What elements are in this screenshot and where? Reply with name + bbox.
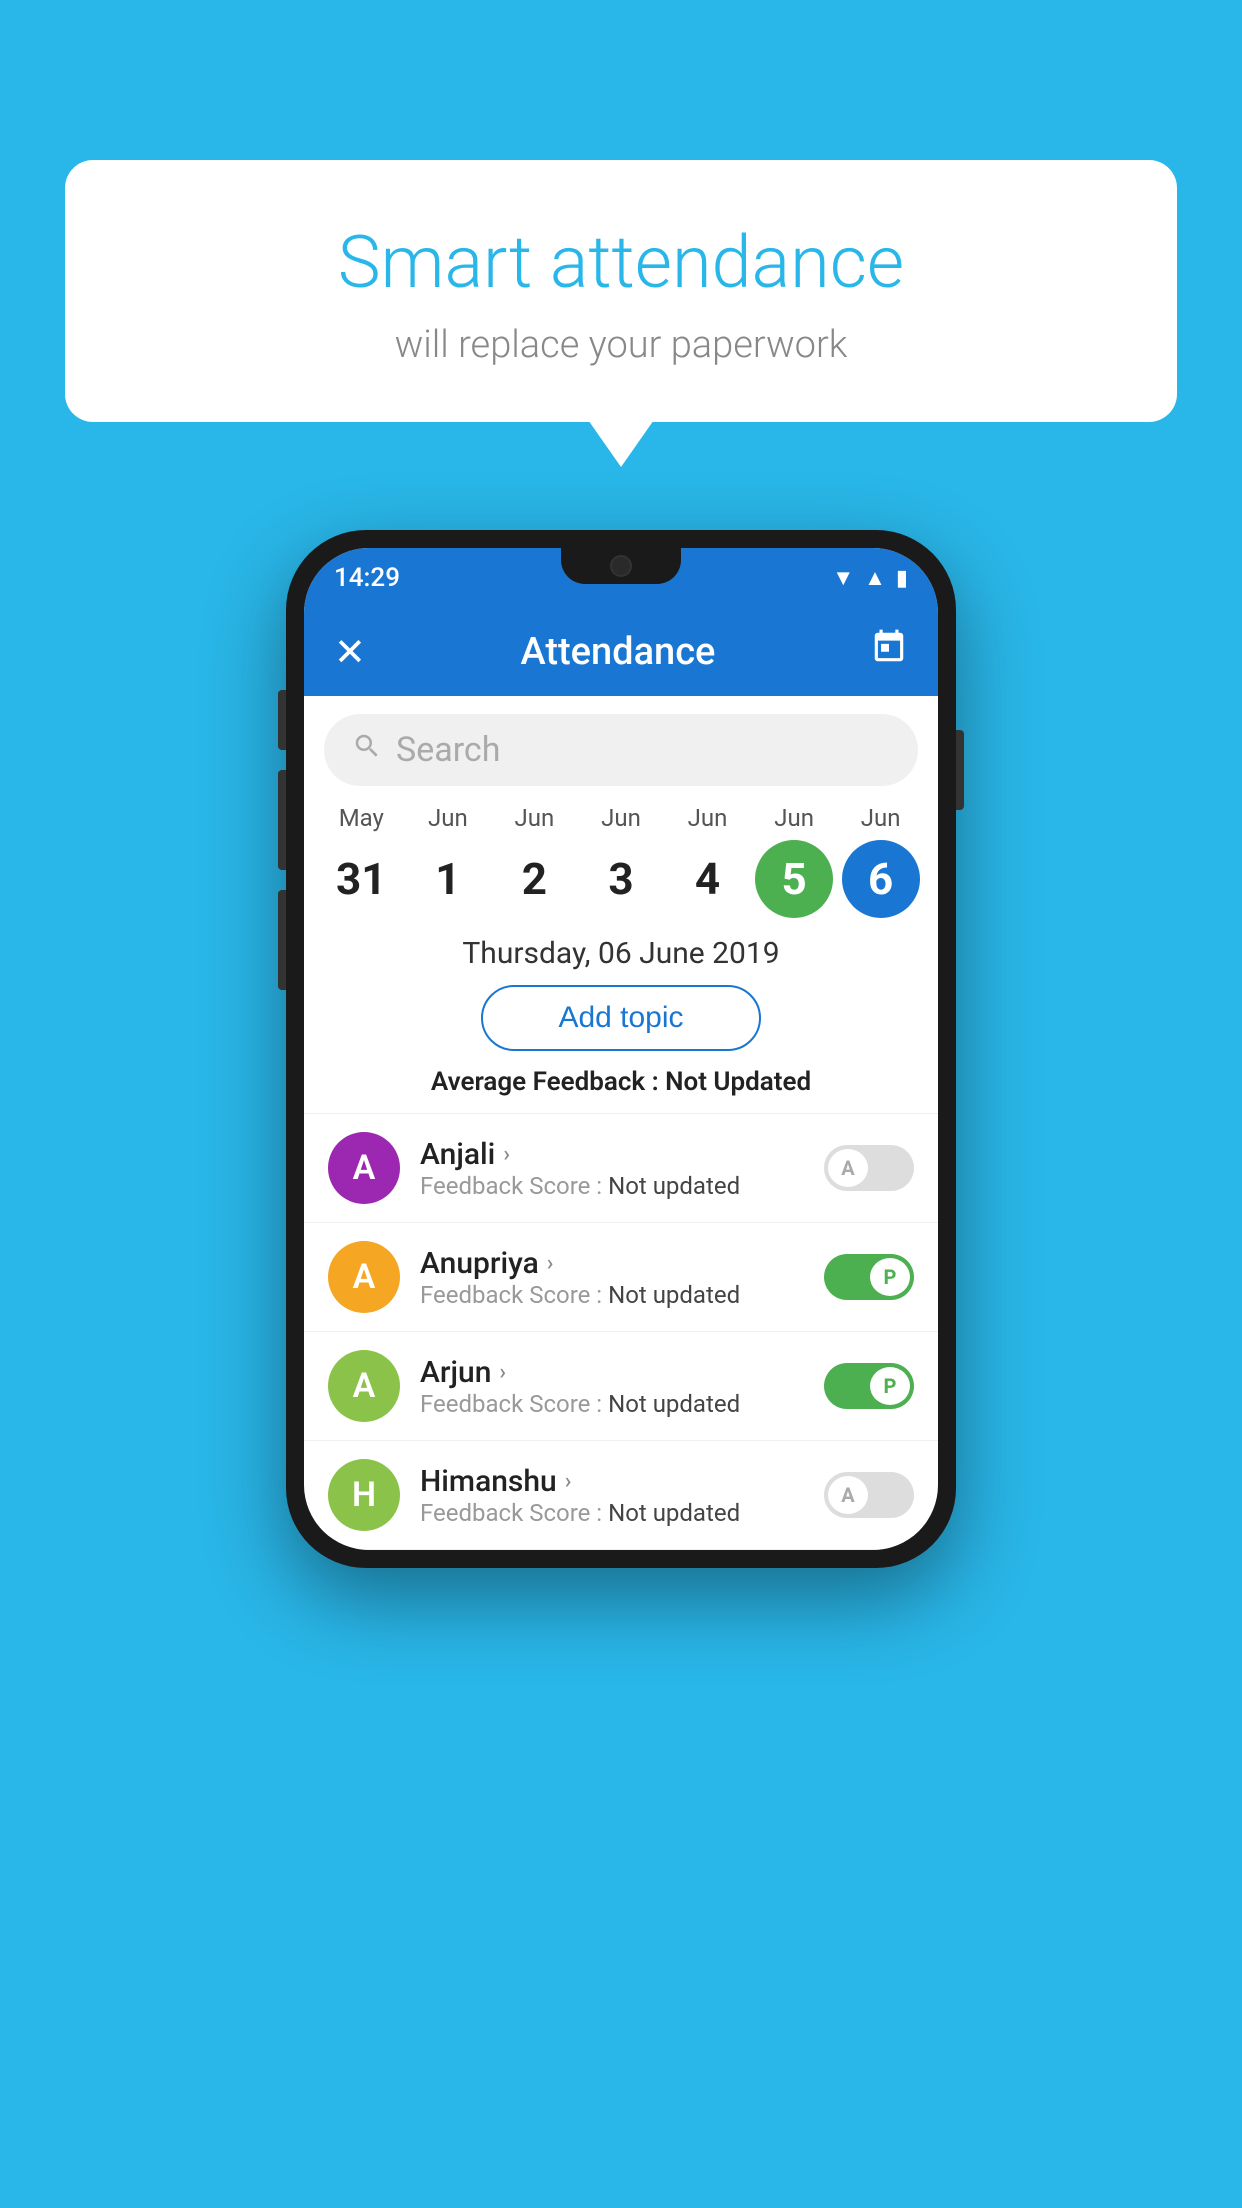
student-list: AAnjali ›Feedback Score : Not updatedAAA…	[304, 1113, 938, 1550]
calendar-date-col[interactable]: Jun 1	[407, 804, 489, 918]
calendar-date-col[interactable]: Jun 6	[840, 804, 922, 918]
student-name: Himanshu ›	[420, 1464, 804, 1499]
student-row[interactable]: A Anupriya ›Feedback Score : Not updated P	[304, 1223, 938, 1332]
app-header: ✕ Attendance	[304, 608, 938, 696]
calendar-date-col[interactable]: Jun 2	[493, 804, 575, 918]
calendar-date-col[interactable]: Jun 5	[753, 804, 835, 918]
avatar: A	[328, 1132, 400, 1204]
calendar-date-col[interactable]: May 31	[320, 804, 402, 918]
avatar: A	[328, 1350, 400, 1422]
attendance-toggle[interactable]: A	[824, 1145, 914, 1191]
bubble-title: Smart attendance	[125, 220, 1117, 305]
app-title: Attendance	[386, 630, 850, 674]
date-number[interactable]: 4	[669, 840, 747, 918]
student-row[interactable]: A Arjun ›Feedback Score : Not updated P	[304, 1332, 938, 1441]
student-info: Arjun ›Feedback Score : Not updated	[420, 1355, 804, 1418]
date-number[interactable]: 2	[495, 840, 573, 918]
close-icon[interactable]: ✕	[334, 630, 366, 675]
student-feedback: Feedback Score : Not updated	[420, 1390, 804, 1418]
status-icons: ▼ ▲ ▮	[832, 565, 908, 591]
date-number[interactable]: 3	[582, 840, 660, 918]
volume-down-button	[278, 890, 286, 990]
date-number[interactable]: 5	[755, 840, 833, 918]
chevron-icon: ›	[547, 1251, 554, 1276]
chevron-icon: ›	[499, 1360, 506, 1385]
student-feedback: Feedback Score : Not updated	[420, 1499, 804, 1527]
bubble-subtitle: will replace your paperwork	[125, 323, 1117, 367]
avg-feedback-label: Average Feedback :	[431, 1067, 659, 1097]
date-month-label: Jun	[774, 804, 814, 832]
average-feedback: Average Feedback : Not Updated	[304, 1067, 938, 1097]
student-info: Himanshu ›Feedback Score : Not updated	[420, 1464, 804, 1527]
status-time: 14:29	[334, 563, 400, 593]
chevron-icon: ›	[565, 1469, 572, 1494]
speech-bubble-wrapper: Smart attendance will replace your paper…	[65, 160, 1177, 422]
selected-date-label: Thursday, 06 June 2019	[304, 936, 938, 971]
student-name: Anupriya ›	[420, 1246, 804, 1281]
phone-outer: 14:29 ▼ ▲ ▮ ✕ Attendance	[286, 530, 956, 1568]
toggle-knob: P	[870, 1258, 910, 1296]
date-month-label: Jun	[688, 804, 728, 832]
date-number[interactable]: 1	[409, 840, 487, 918]
attendance-toggle[interactable]: P	[824, 1254, 914, 1300]
date-month-label: May	[339, 804, 384, 832]
phone-mockup: 14:29 ▼ ▲ ▮ ✕ Attendance	[286, 530, 956, 1568]
calendar-date-col[interactable]: Jun 4	[667, 804, 749, 918]
date-number[interactable]: 6	[842, 840, 920, 918]
student-name: Arjun ›	[420, 1355, 804, 1390]
calendar-icon[interactable]	[870, 628, 908, 676]
student-feedback: Feedback Score : Not updated	[420, 1281, 804, 1309]
search-bar[interactable]: Search	[324, 714, 918, 786]
battery-icon: ▮	[896, 566, 908, 591]
student-row[interactable]: A Anjali ›Feedback Score : Not updated A	[304, 1114, 938, 1223]
wifi-icon: ▼	[832, 565, 854, 591]
phone-notch	[561, 548, 681, 584]
avatar: H	[328, 1459, 400, 1531]
signal-icon: ▲	[864, 565, 886, 591]
chevron-icon: ›	[503, 1142, 510, 1167]
phone-screen: 14:29 ▼ ▲ ▮ ✕ Attendance	[304, 548, 938, 1550]
toggle-knob: A	[828, 1476, 868, 1514]
add-topic-button[interactable]: Add topic	[481, 985, 761, 1051]
date-month-label: Jun	[601, 804, 641, 832]
mute-button	[278, 690, 286, 750]
volume-up-button	[278, 770, 286, 870]
student-info: Anjali ›Feedback Score : Not updated	[420, 1137, 804, 1200]
search-icon	[352, 731, 382, 769]
search-placeholder: Search	[396, 730, 500, 770]
speech-bubble: Smart attendance will replace your paper…	[65, 160, 1177, 422]
toggle-knob: P	[870, 1367, 910, 1405]
avatar: A	[328, 1241, 400, 1313]
front-camera	[610, 555, 632, 577]
attendance-toggle[interactable]: P	[824, 1363, 914, 1409]
student-row[interactable]: H Himanshu ›Feedback Score : Not updated A	[304, 1441, 938, 1550]
student-name: Anjali ›	[420, 1137, 804, 1172]
calendar-date-col[interactable]: Jun 3	[580, 804, 662, 918]
student-feedback: Feedback Score : Not updated	[420, 1172, 804, 1200]
date-number[interactable]: 31	[322, 840, 400, 918]
date-month-label: Jun	[861, 804, 901, 832]
date-month-label: Jun	[428, 804, 468, 832]
toggle-knob: A	[828, 1149, 868, 1187]
attendance-toggle[interactable]: A	[824, 1472, 914, 1518]
calendar-dates-row[interactable]: May 31 Jun 1 Jun 2 Jun 3 Jun 4 Jun 5 Jun 6	[304, 804, 938, 918]
power-button	[956, 730, 964, 810]
avg-feedback-value: Not Updated	[665, 1067, 811, 1097]
student-info: Anupriya ›Feedback Score : Not updated	[420, 1246, 804, 1309]
date-month-label: Jun	[515, 804, 555, 832]
